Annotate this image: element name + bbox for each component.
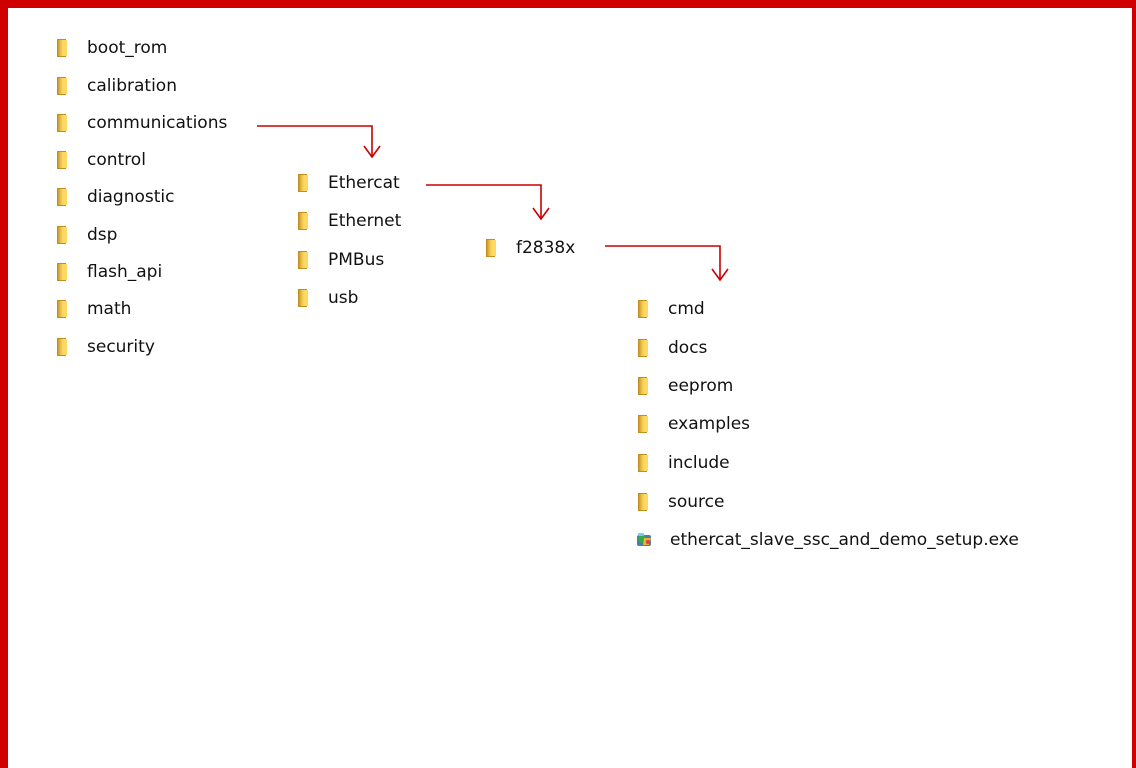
folder-source[interactable]: source <box>636 491 724 513</box>
installer-exe-icon <box>634 530 654 550</box>
folder-calibration[interactable]: calibration <box>55 75 177 97</box>
folder-label: PMBus <box>328 250 385 270</box>
folder-label: dsp <box>87 225 118 245</box>
file-ethercat-setup-exe[interactable]: ethercat_slave_ssc_and_demo_setup.exe <box>634 529 1019 551</box>
folder-icon <box>296 212 312 230</box>
file-label: ethercat_slave_ssc_and_demo_setup.exe <box>670 530 1019 550</box>
folder-icon <box>55 338 71 356</box>
folder-eeprom[interactable]: eeprom <box>636 375 733 397</box>
folder-icon <box>296 174 312 192</box>
folder-label: examples <box>668 414 751 434</box>
folder-usb[interactable]: usb <box>296 287 358 309</box>
folder-label: diagnostic <box>87 187 175 207</box>
folder-icon <box>484 239 500 257</box>
folder-icon <box>55 77 71 95</box>
folder-icon <box>55 114 71 132</box>
folder-icon <box>55 263 71 281</box>
folder-label: control <box>87 150 146 170</box>
folder-icon <box>55 151 71 169</box>
folder-label: cmd <box>668 299 705 319</box>
folder-math[interactable]: math <box>55 298 131 320</box>
folder-label: f2838x <box>516 238 576 258</box>
folder-cmd[interactable]: cmd <box>636 298 705 320</box>
folder-icon <box>636 454 652 472</box>
folder-pmbus[interactable]: PMBus <box>296 249 384 271</box>
folder-icon <box>55 300 71 318</box>
folder-docs[interactable]: docs <box>636 337 707 359</box>
folder-label: source <box>668 492 725 512</box>
folder-label: Ethercat <box>328 173 400 193</box>
folder-label: math <box>87 299 132 319</box>
folder-icon <box>636 300 652 318</box>
folder-f2838x[interactable]: f2838x <box>484 237 575 259</box>
folder-icon <box>636 493 652 511</box>
folder-icon <box>636 339 652 357</box>
folder-label: flash_api <box>87 262 163 282</box>
folder-communications[interactable]: communications <box>55 112 227 134</box>
folder-ethercat[interactable]: Ethercat <box>296 172 400 194</box>
folder-diagnostic[interactable]: diagnostic <box>55 186 175 208</box>
folder-label: docs <box>668 338 708 358</box>
folder-ethernet[interactable]: Ethernet <box>296 210 401 232</box>
folder-label: eeprom <box>668 376 734 396</box>
folder-label: Ethernet <box>328 211 402 231</box>
folder-label: calibration <box>87 76 177 96</box>
folder-icon <box>55 39 71 57</box>
folder-icon <box>636 377 652 395</box>
folder-boot-rom[interactable]: boot_rom <box>55 37 167 59</box>
folder-icon <box>55 188 71 206</box>
folder-icon <box>296 251 312 269</box>
folder-control[interactable]: control <box>55 149 146 171</box>
folder-label: communications <box>87 113 228 133</box>
folder-label: usb <box>328 288 359 308</box>
folder-flash-api[interactable]: flash_api <box>55 261 162 283</box>
folder-label: boot_rom <box>87 38 168 58</box>
folder-label: include <box>668 453 730 473</box>
folder-icon <box>636 415 652 433</box>
folder-icon <box>296 289 312 307</box>
folder-examples[interactable]: examples <box>636 413 750 435</box>
folder-dsp[interactable]: dsp <box>55 224 117 246</box>
folder-security[interactable]: security <box>55 336 155 358</box>
folder-icon <box>55 226 71 244</box>
folder-label: security <box>87 337 155 357</box>
folder-include[interactable]: include <box>636 452 730 474</box>
